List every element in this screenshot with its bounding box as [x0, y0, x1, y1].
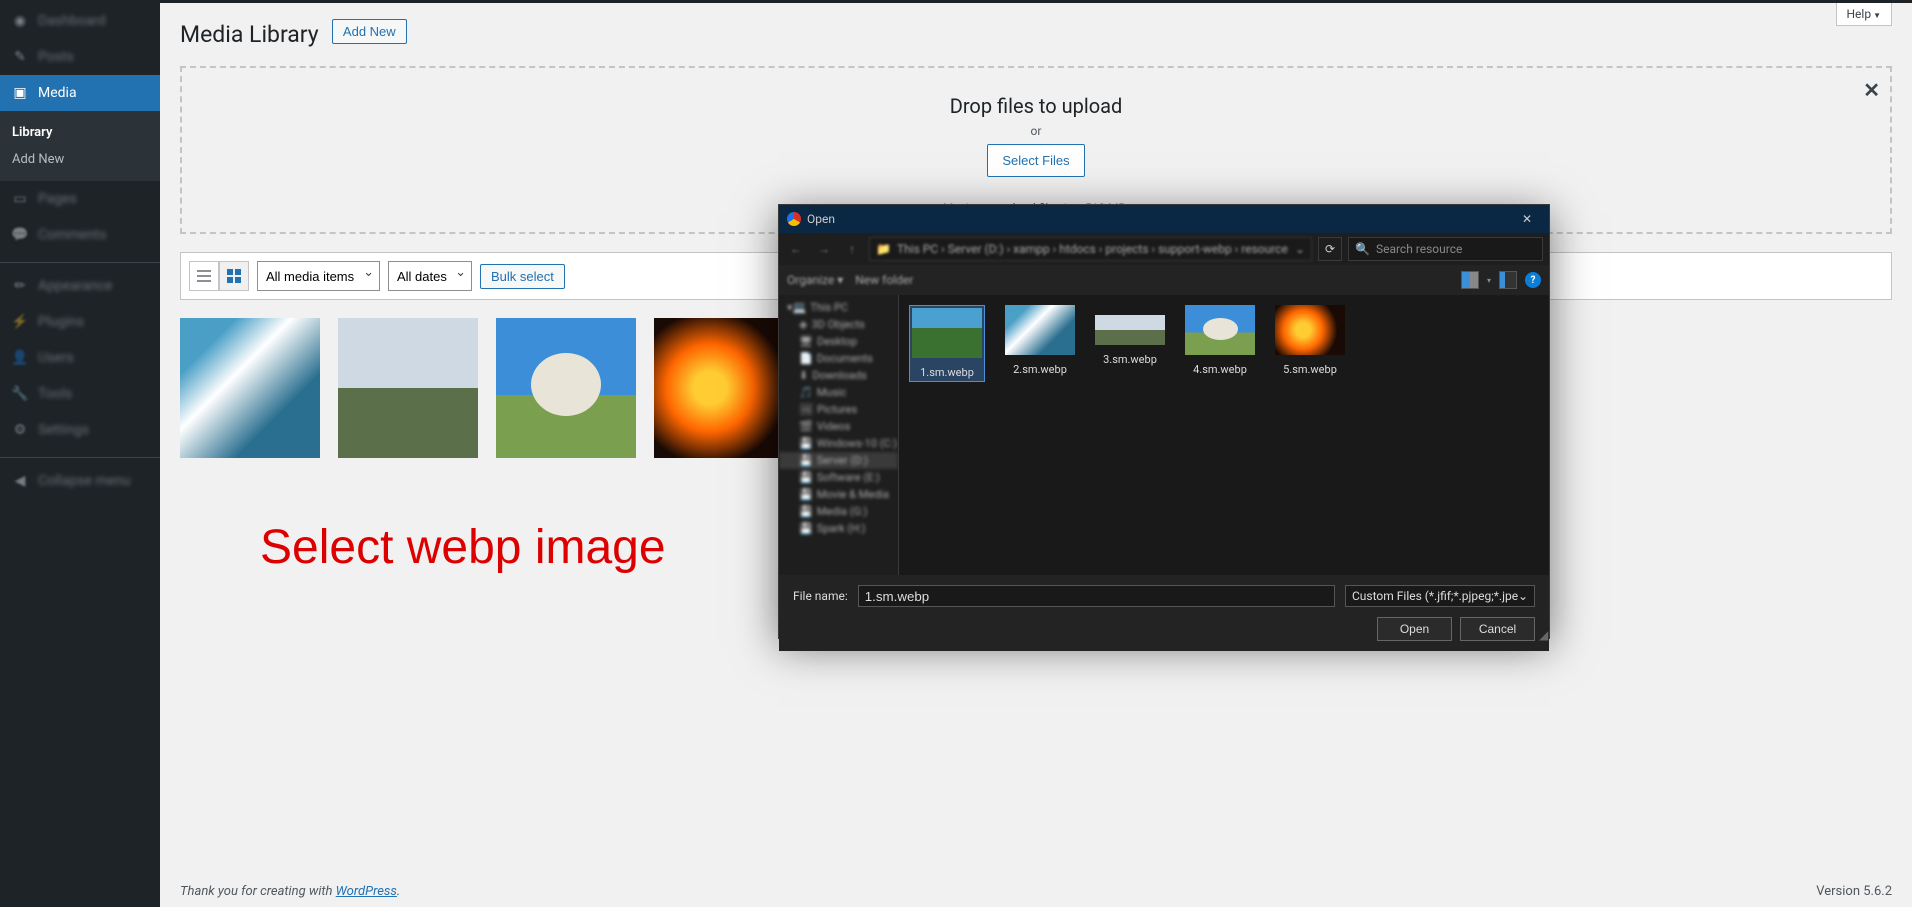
sidebar-sub-addnew[interactable]: Add New	[0, 146, 160, 173]
filename-label: File name:	[793, 589, 848, 603]
dialog-sidebar-item[interactable]: 🎵Music	[779, 384, 898, 401]
page-icon: ▭	[10, 189, 30, 209]
dialog-sidebar-item[interactable]: 🖼Pictures	[779, 401, 898, 418]
close-icon[interactable]: ✕	[1863, 78, 1880, 102]
open-button[interactable]: Open	[1377, 617, 1452, 641]
collapse-icon: ◀	[10, 471, 30, 491]
dialog-titlebar[interactable]: Open ✕	[779, 205, 1549, 233]
page-title: Media Library	[180, 21, 319, 48]
dialog-title: Open	[807, 212, 835, 226]
dialog-file-list: 1.sm.webp 2.sm.webp 3.sm.webp 4.sm.webp …	[899, 295, 1549, 575]
newfolder-button[interactable]: New folder	[855, 273, 913, 287]
sidebar-item-comments[interactable]: 💬Comments	[0, 217, 160, 253]
user-icon: 👤	[10, 348, 30, 368]
sidebar-item-posts[interactable]: ✎Posts	[0, 39, 160, 75]
sidebar-item-dashboard[interactable]: ◉Dashboard	[0, 3, 160, 39]
file-item[interactable]: 3.sm.webp	[1095, 305, 1165, 366]
dialog-sidebar-item[interactable]: 💾Spark (H:)	[779, 520, 898, 537]
dialog-nav: ← → ↑ 📁This PC › Server (D:) › xampp › h…	[779, 233, 1549, 265]
dialog-sidebar-item[interactable]: ⬇Downloads	[779, 367, 898, 384]
up-icon[interactable]: ↑	[841, 238, 863, 260]
sidebar-item-tools[interactable]: 🔧Tools	[0, 376, 160, 412]
filter-media-select[interactable]: All media items	[257, 261, 380, 291]
version-text: Version 5.6.2	[1816, 884, 1892, 899]
dialog-sidebar-item[interactable]: ◈3D Objects	[779, 316, 898, 333]
media-item[interactable]	[496, 318, 636, 458]
view-grid-button[interactable]	[219, 261, 249, 291]
footer: Thank you for creating with WordPress. V…	[160, 876, 1912, 907]
breadcrumb[interactable]: 📁This PC › Server (D:) › xampp › htdocs …	[869, 237, 1312, 261]
bulk-select-button[interactable]: Bulk select	[480, 264, 565, 289]
view-preview-icon[interactable]	[1499, 271, 1517, 289]
sidebar-item-pages[interactable]: ▭Pages	[0, 181, 160, 217]
search-icon: 🔍	[1355, 242, 1370, 256]
media-item[interactable]	[654, 318, 794, 458]
pin-icon: ✎	[10, 47, 30, 67]
annotation-text: Select webp image	[260, 520, 666, 575]
dialog-sidebar-item[interactable]: 💾Windows-10 (C:)	[779, 435, 898, 452]
view-thumbnails-icon[interactable]	[1461, 271, 1479, 289]
resize-handle[interactable]: ◢	[1539, 628, 1547, 636]
filename-input[interactable]	[858, 585, 1335, 607]
plug-icon: ⚡	[10, 312, 30, 332]
sidebar-item-media[interactable]: ▣Media	[0, 75, 160, 111]
dialog-sidebar-item[interactable]: 💾Movie & Media	[779, 486, 898, 503]
chrome-icon	[787, 212, 801, 226]
cancel-button[interactable]: Cancel	[1460, 617, 1535, 641]
dialog-sidebar-item[interactable]: 💾Software (E:)	[779, 469, 898, 486]
gear-icon: ⚙	[10, 420, 30, 440]
admin-sidebar: ◉Dashboard ✎Posts ▣Media Library Add New…	[0, 0, 160, 907]
file-item[interactable]: 4.sm.webp	[1185, 305, 1255, 376]
filetype-select[interactable]: Custom Files (*.jfif;*.pjpeg;*.jpe	[1345, 585, 1535, 607]
wordpress-link[interactable]: WordPress	[336, 884, 397, 899]
file-item[interactable]: 5.sm.webp	[1275, 305, 1345, 376]
dialog-sidebar-item[interactable]: 📄Documents	[779, 350, 898, 367]
brush-icon: ✏	[10, 276, 30, 296]
footer-thanks: Thank you for creating with	[180, 884, 336, 899]
dialog-sidebar-item[interactable]: 💾Server (D:)	[779, 452, 898, 469]
dialog-close-button[interactable]: ✕	[1513, 209, 1541, 229]
sidebar-item-users[interactable]: 👤Users	[0, 340, 160, 376]
drop-or: or	[202, 124, 1870, 138]
media-icon: ▣	[10, 83, 30, 103]
dialog-sidebar: ▾💻This PC ◈3D Objects 🖥Desktop 📄Document…	[779, 295, 899, 575]
media-item[interactable]	[338, 318, 478, 458]
file-item[interactable]: 2.sm.webp	[1005, 305, 1075, 376]
media-item[interactable]	[180, 318, 320, 458]
help-tab[interactable]: Help	[1836, 3, 1893, 26]
comment-icon: 💬	[10, 225, 30, 245]
forward-icon[interactable]: →	[813, 238, 835, 260]
dialog-sidebar-item[interactable]: ▾💻This PC	[779, 299, 898, 316]
sidebar-item-appearance[interactable]: ✏Appearance	[0, 268, 160, 304]
sidebar-item-settings[interactable]: ⚙Settings	[0, 412, 160, 448]
sidebar-submenu: Library Add New	[0, 111, 160, 181]
file-open-dialog: Open ✕ ← → ↑ 📁This PC › Server (D:) › xa…	[778, 204, 1550, 639]
help-icon[interactable]: ?	[1525, 272, 1541, 288]
dialog-sidebar-item[interactable]: 🎬Videos	[779, 418, 898, 435]
dialog-sidebar-item[interactable]: 🖥Desktop	[779, 333, 898, 350]
dialog-toolbar: Organize ▾ New folder ▾ ?	[779, 265, 1549, 295]
view-list-button[interactable]	[189, 261, 219, 291]
select-files-button[interactable]: Select Files	[987, 144, 1084, 177]
back-icon[interactable]: ←	[785, 238, 807, 260]
refresh-button[interactable]: ⟳	[1318, 237, 1342, 261]
dialog-bottom: File name: Custom Files (*.jfif;*.pjpeg;…	[779, 575, 1549, 651]
add-new-button[interactable]: Add New	[332, 19, 407, 44]
sidebar-item-collapse[interactable]: ◀Collapse menu	[0, 463, 160, 499]
drop-title: Drop files to upload	[202, 94, 1870, 118]
dialog-sidebar-item[interactable]: 💾Media (G:)	[779, 503, 898, 520]
filter-date-select[interactable]: All dates	[388, 261, 472, 291]
wrench-icon: 🔧	[10, 384, 30, 404]
organize-menu[interactable]: Organize ▾	[787, 273, 843, 287]
sidebar-sub-library[interactable]: Library	[0, 119, 160, 146]
sidebar-item-plugins[interactable]: ⚡Plugins	[0, 304, 160, 340]
file-item[interactable]: 1.sm.webp	[909, 305, 985, 382]
search-input[interactable]: 🔍Search resource	[1348, 237, 1543, 261]
dashboard-icon: ◉	[10, 11, 30, 31]
